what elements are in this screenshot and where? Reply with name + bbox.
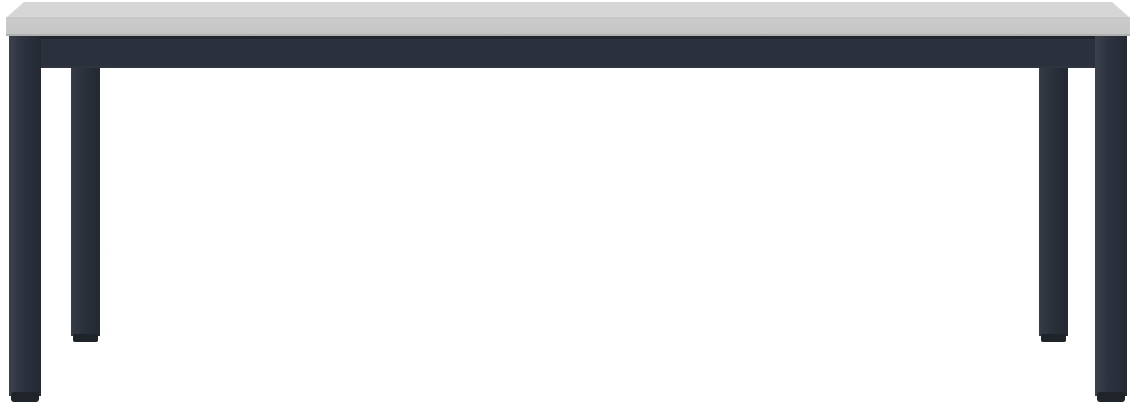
back-right-leg: [1039, 66, 1068, 342]
front-right-leg: [1095, 36, 1127, 402]
table-illustration: [6, 2, 1130, 402]
tabletop: [6, 2, 1130, 36]
front-left-leg: [9, 36, 41, 402]
table-apron: [9, 36, 1127, 68]
back-left-leg: [71, 66, 100, 342]
